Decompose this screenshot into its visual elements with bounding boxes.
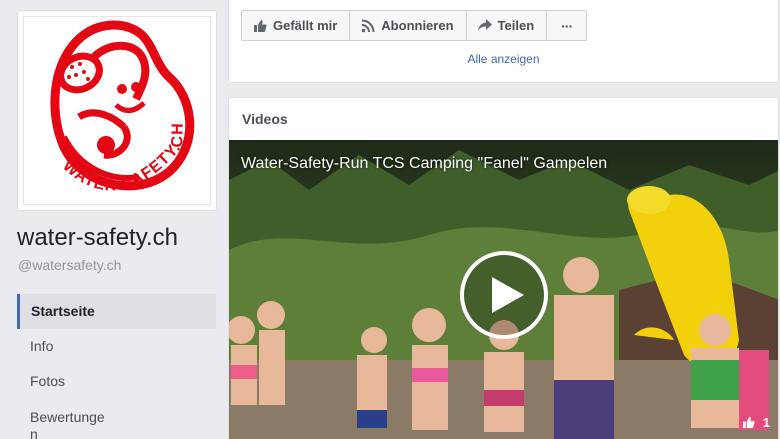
rss-icon xyxy=(361,19,375,32)
page-title[interactable]: water-safety.ch xyxy=(17,224,178,252)
videos-card: Videos Water-Safety-Run TCS Camping "Fan… xyxy=(228,97,779,439)
page-actions-bar: Gefällt mir Abonnieren Teilen ··· xyxy=(241,10,588,41)
play-button[interactable] xyxy=(460,251,548,339)
page-username[interactable]: @watersafety.ch xyxy=(18,257,121,273)
left-column: WATER-SAFETY.CH water-safety.ch @watersa… xyxy=(0,0,228,439)
like-button-label: Gefällt mir xyxy=(273,18,338,33)
videos-section-title[interactable]: Videos xyxy=(242,111,288,127)
nav-item-bewertungen[interactable]: Bewertunge n xyxy=(17,399,216,439)
more-dots-icon: ··· xyxy=(561,17,573,34)
like-button[interactable]: Gefällt mir xyxy=(242,11,351,40)
profile-picture[interactable]: WATER-SAFETY.CH xyxy=(23,16,211,205)
thumbs-up-icon xyxy=(742,416,755,429)
nav-item-startseite[interactable]: Startseite xyxy=(17,294,216,329)
more-options-button[interactable]: ··· xyxy=(547,11,586,40)
nav-item-fotos[interactable]: Fotos xyxy=(17,364,216,399)
video-title[interactable]: Water-Safety-Run TCS Camping "Fanel" Gam… xyxy=(241,155,607,173)
play-icon xyxy=(492,277,524,313)
profile-picture-frame[interactable]: WATER-SAFETY.CH xyxy=(17,10,217,211)
video-likes[interactable]: 1 xyxy=(742,415,770,430)
share-button[interactable]: Teilen xyxy=(467,11,548,40)
share-button-label: Teilen xyxy=(497,18,535,33)
nav-item-bewertungen-label: Bewertunge n xyxy=(30,409,105,439)
nav-item-info[interactable]: Info xyxy=(17,329,216,364)
thumbs-up-icon xyxy=(254,19,267,32)
subscribe-button-label: Abonnieren xyxy=(381,18,454,33)
video-likes-count: 1 xyxy=(762,415,770,430)
water-safety-logo: WATER-SAFETY.CH xyxy=(50,20,195,194)
video-player[interactable]: Water-Safety-Run TCS Camping "Fanel" Gam… xyxy=(229,140,778,439)
subscribe-button[interactable]: Abonnieren xyxy=(350,11,467,40)
share-arrow-icon xyxy=(477,19,492,31)
show-all-link[interactable]: Alle anzeigen xyxy=(229,52,778,66)
page-nav: Startseite Info Fotos Bewertunge n xyxy=(17,294,216,439)
